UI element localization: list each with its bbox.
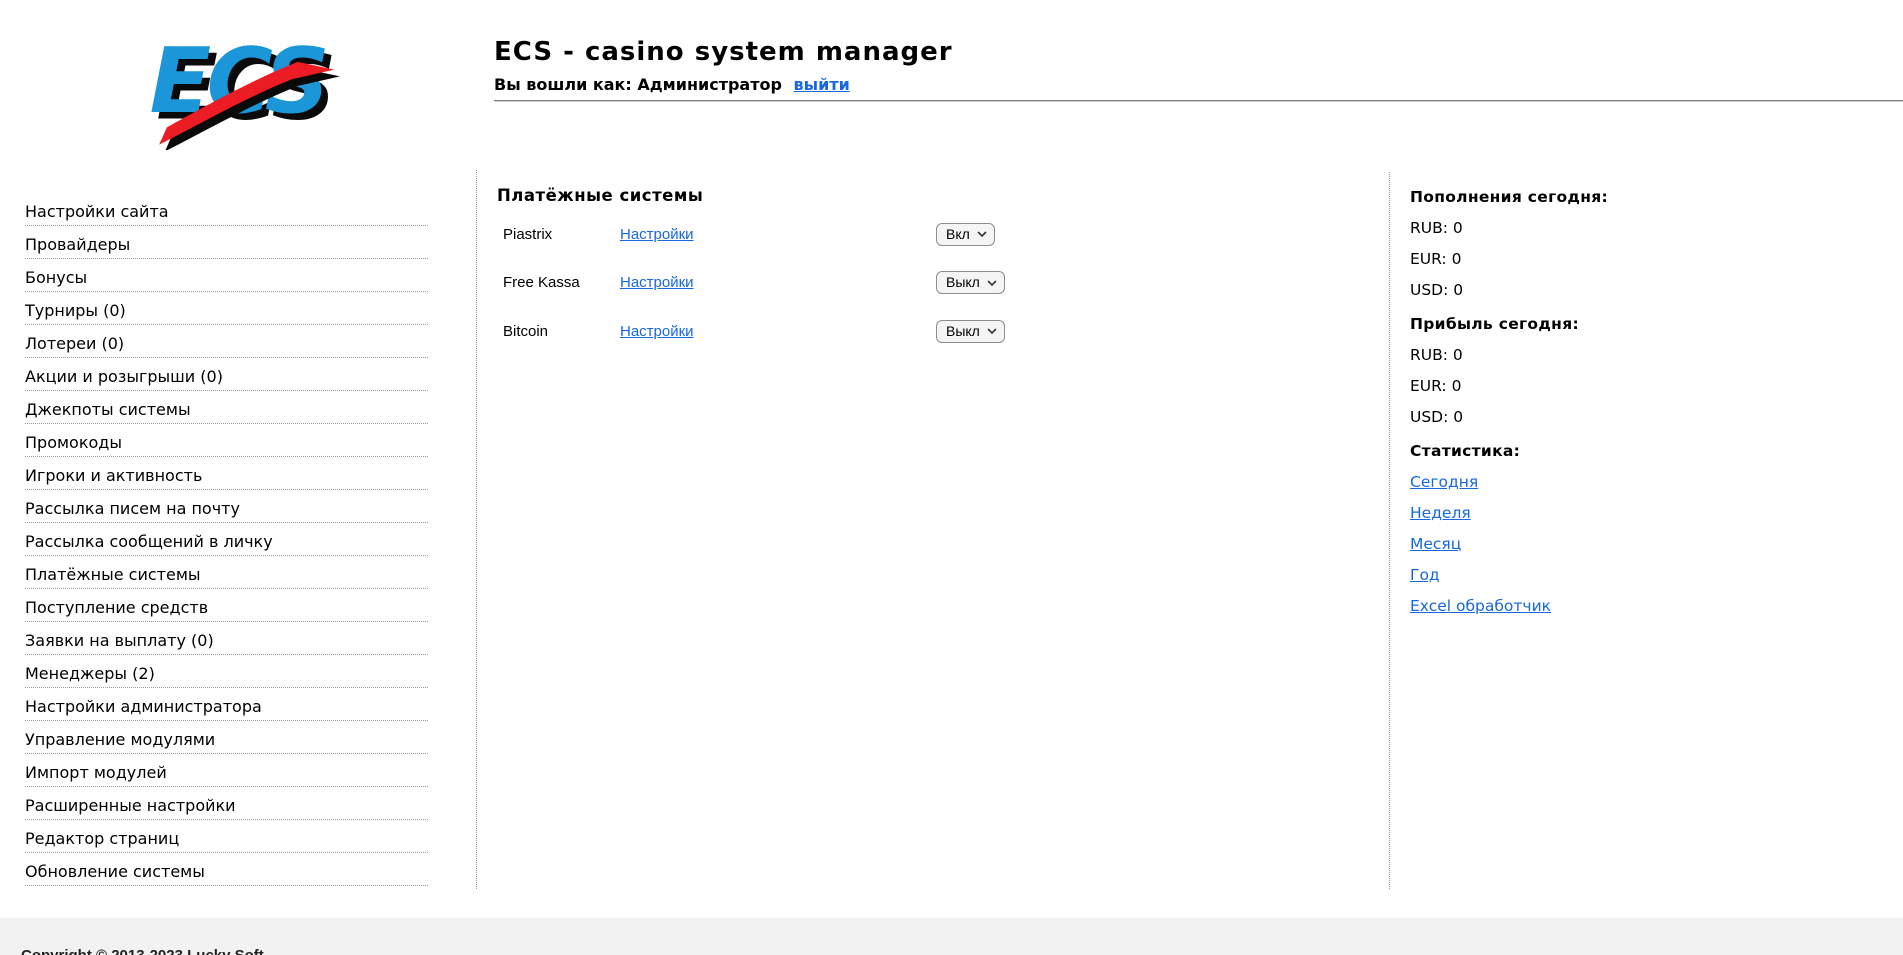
sidebar-menu-item[interactable]: Промокоды [25, 424, 428, 457]
payment-row: Bitcoin Настройки Выкл [497, 307, 1377, 356]
stats-link[interactable]: Месяц [1410, 535, 1461, 553]
payment-name: Piastrix [503, 225, 553, 243]
stats-link[interactable]: Сегодня [1410, 473, 1478, 491]
stats-link-row: Год [1410, 560, 1890, 591]
sidebar-menu-item[interactable]: Рассылка сообщений в личку [25, 523, 428, 556]
footer: Copyright © 2013-2023 Lucky Soft [0, 918, 1903, 955]
page-title: ECS - casino system manager [494, 37, 953, 67]
payment-state-select-wrap: Вкл [936, 222, 995, 246]
logout-link[interactable]: выйти [794, 75, 850, 94]
deposit-value: USD: 0 [1410, 281, 1464, 299]
sidebar-menu-item[interactable]: Лотереи (0) [25, 325, 428, 358]
sidebar-menu: Настройки сайта Провайдеры Бонусы Турниры (… [25, 193, 428, 886]
sidebar-menu-item[interactable]: Настройки сайта [25, 193, 428, 226]
copyright-text: Copyright © 2013-2023 Lucky Soft [21, 947, 264, 955]
deposits-header: Пополнения сегодня: [1410, 188, 1608, 206]
payment-state-select[interactable]: Вкл [936, 222, 995, 246]
sidebar-menu-item[interactable]: Редактор страниц [25, 820, 428, 853]
login-status: Вы вошли как: Администратор выйти [494, 76, 850, 94]
deposit-value: RUB: 0 [1410, 219, 1463, 237]
deposit-value: EUR: 0 [1410, 250, 1462, 268]
sidebar-menu-item[interactable]: Расширенные настройки [25, 787, 428, 820]
sidebar-menu-item[interactable]: Рассылка писем на почту [25, 490, 428, 523]
stats-header: Статистика: [1410, 442, 1521, 460]
sidebar-menu-item[interactable]: Провайдеры [25, 226, 428, 259]
payment-name: Free Kassa [503, 274, 580, 292]
profit-value: RUB: 0 [1410, 346, 1463, 364]
sidebar-menu-item[interactable]: Джекпоты системы [25, 391, 428, 424]
login-user: Администратор [637, 75, 782, 94]
stats-panel: Пополнения сегодня: RUB: 0 EUR: 0 USD: 0 П… [1410, 182, 1890, 622]
payment-state-select[interactable]: Выкл [936, 319, 1005, 343]
sidebar-menu-item[interactable]: Акции и розыгрыши (0) [25, 358, 428, 391]
section-heading: Платёжные системы [497, 186, 704, 205]
payment-name: Bitcoin [503, 322, 549, 340]
payment-settings-link[interactable]: Настройки [620, 274, 936, 291]
payment-state-select-wrap: Выкл [936, 319, 1005, 343]
sidebar-menu-item[interactable]: Управление модулями [25, 721, 428, 754]
sidebar-menu-item[interactable]: Заявки на выплату (0) [25, 622, 428, 655]
right-panel-divider [1389, 172, 1390, 889]
header-divider [494, 100, 1903, 102]
sidebar-menu-item[interactable]: Менеджеры (2) [25, 655, 428, 688]
stats-link[interactable]: Год [1410, 566, 1440, 584]
stats-link-row: Excel обработчик [1410, 591, 1890, 622]
sidebar-menu-item[interactable]: Игроки и активность [25, 457, 428, 490]
payment-rows: Piastrix Настройки Вкл Free Kassa Настро… [497, 210, 1377, 356]
payment-row: Piastrix Настройки Вкл [497, 210, 1377, 259]
main-content: Платёжные системы Piastrix Настройки Вкл… [497, 186, 1377, 356]
ecs-logo: ECS ECS [150, 29, 340, 150]
sidebar-menu-item[interactable]: Платёжные системы [25, 556, 428, 589]
stats-link-row: Месяц [1410, 529, 1890, 560]
profit-value: EUR: 0 [1410, 377, 1462, 395]
sidebar-menu-item[interactable]: Обновление системы [25, 853, 428, 886]
sidebar-menu-item[interactable]: Турниры (0) [25, 292, 428, 325]
payment-row: Free Kassa Настройки Выкл [497, 259, 1377, 308]
payment-settings-link[interactable]: Настройки [620, 226, 936, 243]
sidebar-menu-item[interactable]: Импорт модулей [25, 754, 428, 787]
stats-link-row: Сегодня [1410, 467, 1890, 498]
sidebar-menu-item[interactable]: Настройки администратора [25, 688, 428, 721]
payment-state-select-wrap: Выкл [936, 271, 1005, 295]
payment-state-select[interactable]: Выкл [936, 271, 1005, 295]
sidebar-menu-item[interactable]: Поступление средств [25, 589, 428, 622]
stats-link[interactable]: Неделя [1410, 504, 1471, 522]
payment-settings-link[interactable]: Настройки [620, 323, 936, 340]
profit-header: Прибыль сегодня: [1410, 315, 1579, 333]
stats-link-row: Неделя [1410, 498, 1890, 529]
stats-link[interactable]: Excel обработчик [1410, 597, 1551, 615]
profit-value: USD: 0 [1410, 408, 1464, 426]
login-prefix: Вы вошли как: [494, 75, 632, 94]
sidebar-menu-item[interactable]: Бонусы [25, 259, 428, 292]
sidebar-divider [476, 170, 477, 889]
